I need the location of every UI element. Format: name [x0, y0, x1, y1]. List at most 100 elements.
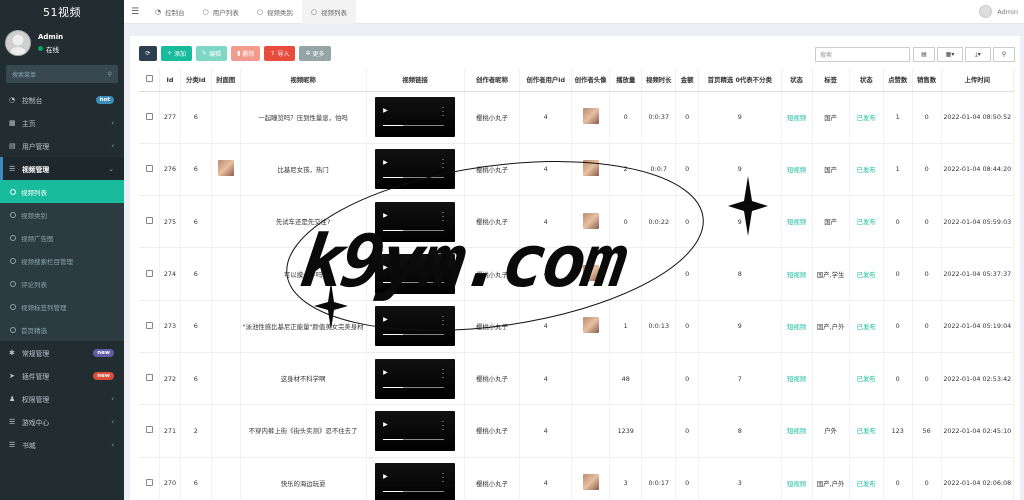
sidebar-item-video-tags[interactable]: 视频标签列管理 — [0, 295, 124, 318]
more-vert-icon[interactable]: · · · — [442, 366, 444, 381]
sidebar-item-users[interactable]: ▤ 用户管理 ‹ — [0, 134, 124, 157]
cell-cover[interactable] — [211, 247, 241, 301]
cell-video-link[interactable]: ▶ · · · — [366, 247, 465, 301]
sidebar-item-general[interactable]: ✱ 常规管理 new — [0, 341, 124, 364]
col-status[interactable]: 状态 — [849, 69, 884, 92]
cell-creator-avatar[interactable] — [571, 247, 611, 301]
creator-avatar-image[interactable] — [582, 317, 599, 334]
video-player[interactable]: ▶ · · · — [375, 97, 456, 138]
cell-video-link[interactable]: ▶ · · · — [366, 143, 465, 197]
cell-creator-avatar[interactable] — [571, 457, 611, 500]
cell-creator-avatar[interactable] — [571, 352, 611, 406]
sidebar-item-video[interactable]: ☰ 视频管理 ⌄ — [0, 157, 124, 180]
play-icon[interactable]: ▶ — [383, 316, 388, 323]
play-icon[interactable]: ▶ — [383, 473, 388, 480]
table-row[interactable]: 275 6 先试车还是先交往? ▶ · · · 樱桃小丸子 4 0 0:0:22 0 9 短视频 国产 已发布… — [139, 195, 1015, 249]
app-logo[interactable]: 51视频 — [0, 0, 124, 24]
menu-toggle-icon[interactable]: ☰ — [124, 7, 146, 17]
col-id[interactable]: Id — [159, 69, 181, 92]
import-button[interactable]: ⇪ 导入 — [264, 46, 296, 61]
video-player[interactable]: ▶ · · · — [375, 306, 456, 347]
tab-dashboard[interactable]: ◔ 控制台 — [146, 0, 194, 24]
col-creator[interactable]: 创作者昵称 — [464, 69, 521, 92]
cell-creator-avatar[interactable] — [571, 91, 611, 144]
row-checkbox[interactable] — [139, 404, 161, 458]
sidebar-item-dashboard[interactable]: ◔ 控制台 hot — [0, 88, 124, 111]
col-upload-time[interactable]: 上传时间 — [941, 69, 1015, 92]
sidebar-item-plugins[interactable]: ➤ 插件管理 new — [0, 364, 124, 387]
video-player[interactable]: ▶ · · · — [375, 254, 456, 295]
sidebar-item-video-list[interactable]: 视频列表 — [0, 180, 124, 203]
cell-cover[interactable] — [211, 143, 241, 197]
sidebar-item-home[interactable]: ▦ 主页 ‹ — [0, 111, 124, 134]
col-title[interactable]: 视频昵称 — [240, 69, 367, 92]
cell-creator-avatar[interactable] — [571, 143, 611, 197]
row-checkbox[interactable] — [139, 352, 161, 406]
sidebar-item-books[interactable]: ☰ 书城 ‹ — [0, 433, 124, 456]
play-icon[interactable]: ▶ — [383, 369, 388, 376]
menu-search-input[interactable]: 搜索菜单 ⚲ — [6, 65, 118, 83]
sidebar-item-video-ads[interactable]: 视频广告图 — [0, 226, 124, 249]
col-video-link[interactable]: 视频链接 — [366, 69, 465, 92]
refresh-button[interactable]: ⟳ — [139, 46, 157, 61]
play-icon[interactable]: ▶ — [383, 212, 388, 219]
cell-creator-avatar[interactable] — [571, 195, 611, 249]
more-button[interactable]: ✲ 更多 — [299, 46, 331, 61]
play-icon[interactable]: ▶ — [383, 159, 388, 166]
export-button[interactable]: ⤓▾ — [965, 47, 991, 62]
cover-image[interactable] — [217, 160, 234, 177]
cell-video-link[interactable]: ▶ · · · — [366, 91, 465, 144]
edit-button[interactable]: ✎ 编辑 — [196, 46, 228, 61]
col-creator-id[interactable]: 创作者用户id — [519, 69, 572, 92]
cell-video-link[interactable]: ▶ · · · — [366, 404, 465, 458]
video-player[interactable]: ▶ · · · — [375, 149, 456, 190]
sidebar-item-video-search[interactable]: 视频搜索栏目管理 — [0, 249, 124, 272]
video-player[interactable]: ▶ · · · — [375, 410, 456, 451]
col-cover[interactable]: 封面图 — [211, 69, 241, 92]
sidebar-item-video-category[interactable]: 视频类别 — [0, 203, 124, 226]
toggle-view-button[interactable]: ▤ — [913, 47, 935, 62]
table-row[interactable]: 277 6 一起瞳览吗？压到性量息，怕吗 ▶ · · · 樱桃小丸子 4 0 0:0:37 0 9 短视频… — [139, 91, 1015, 144]
cell-creator-avatar[interactable] — [571, 300, 611, 353]
creator-avatar-image[interactable] — [582, 212, 599, 229]
col-featured[interactable]: 首页精选 0代表不分类 — [698, 69, 782, 92]
table-row[interactable]: 273 6 "泳池性感比基尼正能量"颜值美女完美身材 ▶ · · · 樱桃小丸子 4 1 0:0:1… — [139, 300, 1015, 353]
sidebar-item-games[interactable]: ☰ 游戏中心 ‹ — [0, 410, 124, 433]
play-icon[interactable]: ▶ — [383, 264, 388, 271]
video-player[interactable]: ▶ · · · — [375, 201, 456, 242]
tab-video-category[interactable]: ○ 视频类别 — [248, 0, 302, 24]
sidebar-item-comments[interactable]: 评论列表 — [0, 272, 124, 295]
cell-cover[interactable] — [211, 300, 241, 353]
table-row[interactable]: 276 6 比基尼女孩，热门 ▶ · · · 樱桃小丸子 4 2 0:0:7 0 9 短视频 国产 已发布 1 0… — [139, 143, 1015, 197]
advanced-search-button[interactable]: ⚲ — [993, 47, 1015, 62]
cell-video-link[interactable]: ▶ · · · — [366, 352, 465, 406]
cell-cover[interactable] — [211, 195, 241, 249]
row-checkbox[interactable] — [139, 247, 161, 301]
more-vert-icon[interactable]: · · · — [442, 471, 444, 486]
cell-cover[interactable] — [211, 404, 241, 458]
col-creator-avatar[interactable]: 创作者头像 — [571, 69, 611, 92]
row-checkbox[interactable] — [139, 143, 161, 197]
table-row[interactable]: 274 6 可以摸一下吗 ▶ · · · 樱桃小丸子 4 0 8 短视频 国产,学生 已发布 0 0 2022-… — [139, 247, 1015, 301]
cell-video-link[interactable]: ▶ · · · — [366, 300, 465, 353]
add-button[interactable]: + 添加 — [161, 46, 193, 61]
cell-cover[interactable] — [211, 457, 241, 500]
row-checkbox[interactable] — [139, 91, 161, 144]
creator-avatar-image[interactable] — [582, 160, 599, 177]
cell-cover[interactable] — [211, 352, 241, 406]
columns-button[interactable]: ▦▾ — [937, 47, 963, 62]
select-all-checkbox[interactable] — [139, 69, 161, 92]
creator-avatar-image[interactable] — [582, 108, 599, 125]
cell-cover[interactable] — [211, 91, 241, 144]
more-vert-icon[interactable]: · · · — [442, 418, 444, 433]
col-duration[interactable]: 视频时长 — [641, 69, 677, 92]
table-row[interactable]: 272 6 这身材不科学啊 ▶ · · · 樱桃小丸子 4 48 0 7 短视频 已发布 0 0 2022-01… — [139, 352, 1015, 406]
delete-button[interactable]: ▮ 删除 — [231, 46, 261, 61]
cell-video-link[interactable]: ▶ · · · — [366, 457, 465, 500]
top-user-menu[interactable]: Admin — [979, 5, 1024, 18]
col-tags[interactable]: 标签 — [812, 69, 850, 92]
col-plays[interactable]: 播放量 — [609, 69, 643, 92]
more-vert-icon[interactable]: · · · — [442, 105, 444, 120]
tab-user-list[interactable]: ○ 用户列表 — [194, 0, 248, 24]
table-row[interactable]: 270 6 快乐的海边玩耍 ▶ · · · 樱桃小丸子 4 3 0:0:17 0 3 短视频 国产,户外 已发… — [139, 457, 1015, 500]
